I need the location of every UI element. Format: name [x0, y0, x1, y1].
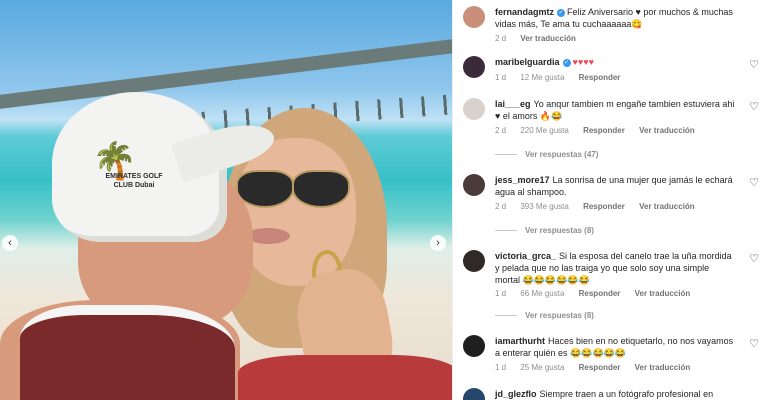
avatar[interactable]: [463, 98, 485, 120]
comment-likes[interactable]: 66 Me gusta: [520, 289, 564, 298]
comment-time: 2 d: [495, 34, 507, 43]
sunglasses-image-detail: [226, 170, 350, 208]
chevron-left-icon[interactable]: ‹: [2, 235, 18, 251]
view-replies-button[interactable]: Ver respuestas (8): [495, 226, 594, 235]
translate-button[interactable]: Ver traducción: [635, 289, 691, 298]
translate-button[interactable]: Ver traducción: [520, 34, 576, 43]
chevron-right-icon[interactable]: ›: [430, 235, 446, 251]
comment-likes[interactable]: 220 Me gusta: [520, 126, 568, 135]
post-photo[interactable]: 🌴 EMIRATES GOLF CLUB Dubai ‹ ›: [0, 0, 452, 400]
verified-badge-icon: ✓: [562, 58, 571, 67]
comment-username[interactable]: jd_glezflo: [495, 389, 537, 399]
avatar[interactable]: [463, 56, 485, 78]
reply-button[interactable]: Responder: [579, 363, 621, 372]
heart-outline-icon[interactable]: ♡: [749, 252, 759, 265]
reply-button[interactable]: Responder: [579, 289, 621, 298]
right-lens: [292, 170, 350, 208]
heart-outline-icon[interactable]: ♡: [749, 176, 759, 189]
comment-likes[interactable]: 25 Me gusta: [520, 363, 564, 372]
avatar[interactable]: [463, 335, 485, 357]
comment-time: 1 d: [495, 363, 507, 372]
translate-button[interactable]: Ver traducción: [639, 126, 695, 135]
comment-username[interactable]: iamarthurht: [495, 336, 545, 346]
avatar[interactable]: [463, 6, 485, 28]
comment-time: 1 d: [495, 289, 507, 298]
view-replies-button[interactable]: Ver respuestas (8): [495, 311, 594, 320]
heart-outline-icon[interactable]: ♡: [749, 337, 759, 350]
comment-time: 2 d: [495, 202, 507, 211]
avatar[interactable]: [463, 174, 485, 196]
comment-time: 1 d: [495, 73, 507, 82]
left-lens: [236, 170, 294, 208]
comment-likes[interactable]: 393 Me gusta: [520, 202, 568, 211]
translate-button[interactable]: Ver traducción: [635, 363, 691, 372]
dress-image-detail: [238, 355, 452, 400]
avatar[interactable]: [463, 250, 485, 272]
comment-username[interactable]: jess_more17: [495, 175, 550, 185]
comment-username[interactable]: lai___eg: [495, 99, 531, 109]
comment-username[interactable]: maribelguardia: [495, 57, 560, 67]
avatar[interactable]: [463, 388, 485, 400]
verified-badge-icon: ✓: [557, 8, 566, 17]
comment-text: ♥♥♥♥: [572, 57, 594, 67]
comment-likes[interactable]: 12 Me gusta: [520, 73, 564, 82]
reply-button[interactable]: Responder: [583, 126, 625, 135]
reply-button[interactable]: Responder: [579, 73, 621, 82]
tank-top-image-detail: [20, 305, 235, 400]
reply-button[interactable]: Responder: [583, 202, 625, 211]
translate-button[interactable]: Ver traducción: [639, 202, 695, 211]
comment-username[interactable]: fernandagmtz: [495, 7, 554, 17]
comment-time: 2 d: [495, 126, 507, 135]
view-replies-button[interactable]: Ver respuestas (47): [495, 150, 598, 159]
comments-panel[interactable]: fernandagmtz ✓ Feliz Aniversario ♥ por muc…: [452, 0, 768, 400]
heart-outline-icon[interactable]: ♡: [749, 58, 759, 71]
heart-outline-icon[interactable]: ♡: [749, 100, 759, 113]
cap-logo-text: EMIRATES GOLF CLUB Dubai: [105, 173, 163, 189]
comment-username[interactable]: victoria_grca_: [495, 251, 556, 261]
